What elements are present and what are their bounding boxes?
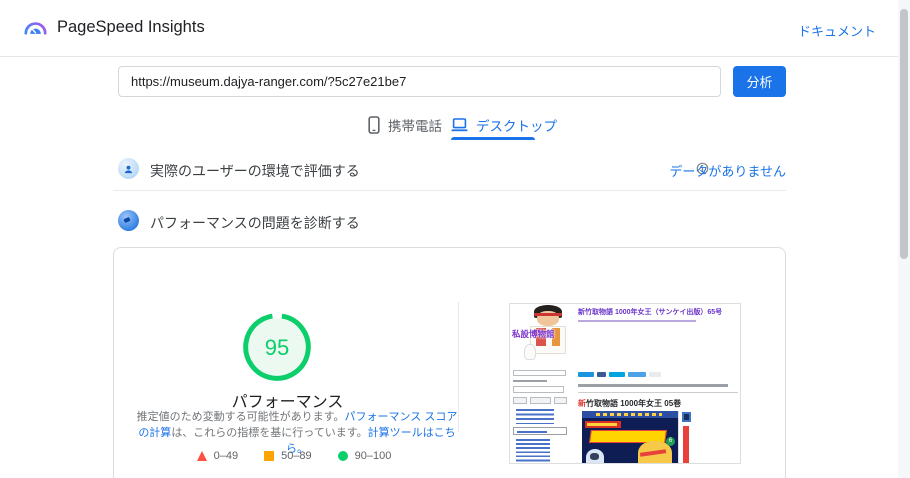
phone-icon [368,116,380,134]
disclaimer-text: 推定値のため変動する可能性があります。 [136,411,345,423]
cover-spine [678,411,692,463]
thumbnail-divider [578,392,738,393]
character-headband [534,313,562,316]
volume-badge: 6 [666,437,675,446]
score-legend: 0–49 50–89 90–100 [114,450,474,462]
line-button [628,372,646,377]
tab-mobile-label: 携帯電話 [388,119,442,134]
legend-pass-range: 90–100 [354,450,392,462]
sidebar-button-placeholder [513,397,527,404]
legend-item-fail: 0–49 [196,450,239,462]
pagespeed-logo-icon [24,22,47,35]
legend-average-range: 50–89 [281,450,312,462]
performance-score-value: 95 [265,335,289,360]
diagnose-section-title: パフォーマンスの問題を診断する [150,215,360,231]
new-badge: 新 [578,399,586,408]
app-header: PageSpeed Insights ドキュメント [0,0,910,57]
tab-desktop-label: デスクトップ [476,119,557,134]
legend-item-average: 50–89 [264,450,312,462]
spine-red-title [683,426,689,463]
no-data-status[interactable]: データがありません [669,161,786,180]
facebook-button [597,372,606,377]
gauge-needle [123,216,131,224]
manga-cover-image: 6 [582,411,678,463]
cover-header-strip [582,411,678,418]
cover-globe-art [586,449,604,463]
sidebar-link-list-2 [516,439,550,463]
analyze-button[interactable]: 分析 [733,66,786,97]
legend-item-pass: 90–100 [337,450,392,462]
social-share-buttons [578,372,661,377]
selected-tab-underline [451,137,535,140]
red-triangle-icon [196,451,207,461]
article-heading: 新竹取物語 1000年女王 05巻 [578,398,681,409]
tweet-button [578,372,594,377]
share-button [649,372,661,377]
cat-illustration [524,344,536,360]
legend-fail-range: 0–49 [213,450,239,462]
green-circle-icon [337,451,348,461]
performance-score-gauge[interactable]: 95 [242,312,312,382]
diagnose-icon [118,210,139,231]
post-title-link: 新竹取物語 1000年女王（サンケイ出版）65号 [578,309,723,316]
disclaimer-text-2: は、これらの指標を基に行っています。 [171,427,368,439]
tags-placeholder [578,384,728,387]
tab-desktop[interactable]: デスクトップ [451,112,557,138]
app-title: PageSpeed Insights [57,18,205,36]
breadcrumb-placeholder [578,320,696,322]
sidebar-section-box [513,427,567,435]
scrollbar-thumb[interactable] [900,9,908,259]
placeholder-text-line [513,380,547,382]
tab-mobile[interactable]: 携帯電話 [368,112,442,138]
cover-series-box [585,421,621,428]
article-heading-text: 竹取物語 1000年女王 05巻 [586,399,682,408]
sidebar-button-placeholder [554,397,567,404]
sidebar-dropdown-placeholder [513,370,566,376]
site-screenshot-thumbnail[interactable]: 私設博物館 新竹取物語 1000年女王（サンケイ出版）65号 新竹取物語 100… [509,303,741,464]
sidebar-search-placeholder [513,386,564,393]
field-section-title: 実際のユーザーの環境で評価する [150,163,360,179]
card-vertical-divider [458,302,459,432]
vertical-scrollbar[interactable] [898,0,910,478]
field-data-icon [118,158,139,179]
url-input[interactable] [118,66,721,97]
performance-report-card: 95 パフォーマンス 推定値のため変動する可能性があります。パフォーマンス スコ… [113,247,786,478]
desktop-icon [451,118,468,132]
pagespeed-insights-app: PageSpeed Insights ドキュメント 分析 携帯電話 デスクトップ… [0,0,910,478]
documentation-link[interactable]: ドキュメント [798,21,876,40]
orange-square-icon [264,451,275,461]
hatena-button [609,372,625,377]
sidebar-button-placeholder [530,397,551,404]
sidebar-link-list [516,409,554,424]
site-name-text: 私設博物館 [512,329,555,339]
section-divider [113,190,786,191]
spine-stamp [681,412,691,422]
